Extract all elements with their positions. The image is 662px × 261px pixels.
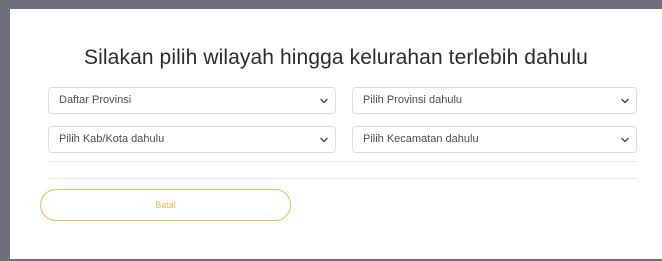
dialog-title: Silakan pilih wilayah hingga kelurahan t… [84, 46, 588, 69]
cancel-button[interactable]: Batal [40, 189, 291, 221]
district-select[interactable]: Pilih Kab/Kota dahulu [48, 126, 336, 153]
regency-city-select[interactable]: Pilih Provinsi dahulu [352, 87, 637, 114]
chevron-down-icon [320, 98, 328, 104]
chevron-down-icon [621, 137, 629, 143]
district-select-value: Pilih Kab/Kota dahulu [59, 133, 165, 145]
subdistrict-select[interactable]: Pilih Kecamatan dahulu [352, 126, 637, 153]
province-select-value: Daftar Provinsi [59, 94, 132, 106]
region-selection-dialog: Silakan pilih wilayah hingga kelurahan t… [10, 9, 662, 259]
regency-city-select-value: Pilih Provinsi dahulu [363, 94, 463, 106]
divider [48, 178, 637, 179]
province-select[interactable]: Daftar Provinsi [48, 87, 336, 114]
divider [48, 161, 637, 162]
chevron-down-icon [320, 137, 328, 143]
chevron-down-icon [621, 98, 629, 104]
subdistrict-select-value: Pilih Kecamatan dahulu [363, 133, 479, 145]
